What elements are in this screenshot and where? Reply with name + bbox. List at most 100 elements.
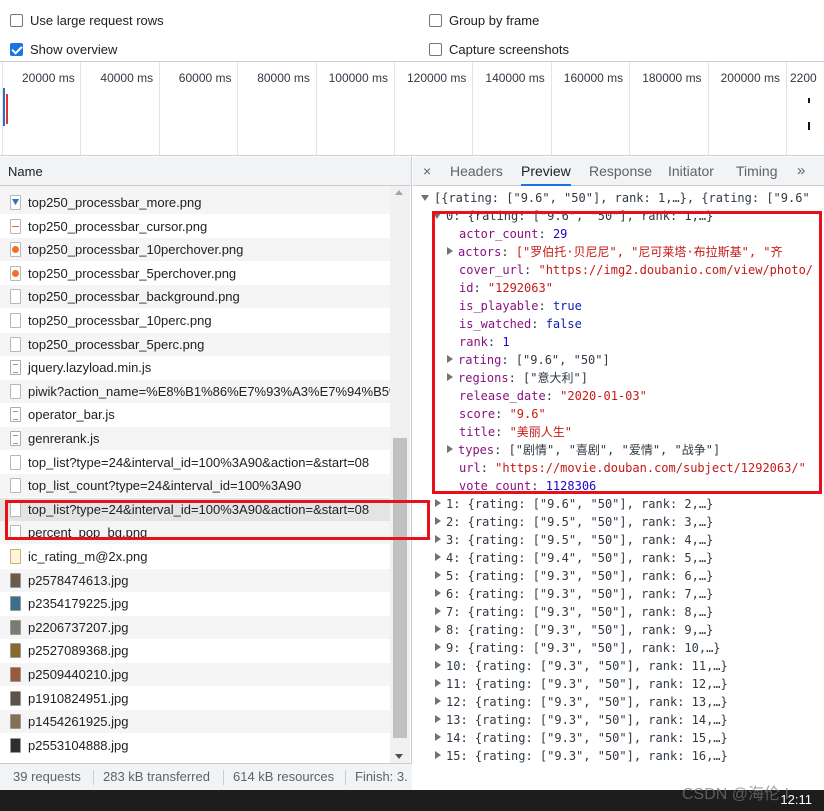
scroll-down-icon[interactable] (395, 754, 403, 759)
request-row[interactable]: jquery.lazyload.min.js (0, 356, 390, 379)
request-row[interactable]: top_list_count?type=24&interval_id=100%3… (0, 474, 390, 498)
collapsed-arrow-icon[interactable] (435, 499, 441, 507)
show-overview-label: Show overview (30, 42, 118, 57)
overview-gridline (394, 62, 395, 155)
group-by-frame-label: Group by frame (449, 13, 540, 28)
request-row[interactable]: p2354179225.jpg (0, 592, 390, 615)
file-icon (10, 478, 21, 494)
request-row[interactable]: ic_rating_m@2x.png (0, 545, 390, 568)
close-icon[interactable]: × (423, 157, 431, 186)
json-item[interactable]: 9: {rating: ["9.3", "50"], rank: 10,…} (435, 639, 721, 657)
collapsed-arrow-icon[interactable] (435, 607, 441, 615)
json-root[interactable]: [{rating: ["9.6", "50"], rank: 1,…}, {ra… (421, 189, 810, 207)
collapsed-arrow-icon[interactable] (435, 697, 441, 705)
request-row[interactable]: p2206737207.jpg (0, 615, 390, 639)
request-row[interactable]: piwik?action_name=%E8%B1%86%E7%93%A3%E7%… (0, 379, 390, 403)
json-item-summary: 4: {rating: ["9.4", "50"], rank: 5,…} (446, 551, 714, 565)
json-item[interactable]: 11: {rating: ["9.3", "50"], rank: 12,…} (435, 675, 728, 693)
group-by-frame-checkbox[interactable] (429, 14, 442, 27)
detail-tabs: × Headers Preview Response Initiator Tim… (413, 157, 824, 186)
tab-preview[interactable]: Preview (521, 157, 571, 186)
overview-gridline (80, 62, 82, 155)
scrollbar-thumb[interactable] (393, 438, 407, 738)
json-root-summary: [{rating: ["9.6", "50"], rank: 1,…}, {ra… (434, 191, 810, 205)
json-item[interactable]: 6: {rating: ["9.3", "50"], rank: 7,…} (435, 585, 713, 603)
tab-initiator[interactable]: Initiator (668, 157, 714, 186)
overview-gridline (550, 62, 552, 155)
request-row[interactable]: genrerank.js (0, 427, 390, 450)
collapsed-arrow-icon[interactable] (435, 643, 441, 651)
capture-screenshots-option[interactable]: Capture screenshots (429, 42, 569, 57)
scroll-up-icon[interactable] (395, 190, 403, 195)
watermark: CSDN @海伦 I (682, 786, 789, 803)
large-rows-checkbox[interactable] (10, 14, 23, 27)
name-column-header[interactable]: Name (0, 157, 411, 186)
request-row[interactable]: p2578474613.jpg (0, 568, 390, 592)
request-row[interactable]: top250_processbar_background.png (0, 285, 390, 309)
collapsed-arrow-icon[interactable] (435, 589, 441, 597)
file-icon (10, 336, 21, 352)
request-row[interactable]: top250_processbar_more.png (0, 191, 390, 214)
request-row[interactable]: top250_processbar_5perchover.png (0, 262, 390, 285)
collapsed-arrow-icon[interactable] (435, 625, 441, 633)
request-name: top_list?type=24&interval_id=100%3A90&ac… (28, 454, 370, 470)
json-item[interactable]: 12: {rating: ["9.3", "50"], rank: 13,…} (435, 693, 728, 711)
overview-tick-label: 200000 ms (720, 71, 780, 85)
request-name: ic_rating_m@2x.png (28, 549, 148, 564)
json-item[interactable]: 5: {rating: ["9.3", "50"], rank: 6,…} (435, 567, 713, 585)
capture-screenshots-checkbox[interactable] (429, 43, 442, 56)
request-list: top250_processbar_more.png top250_process… (0, 186, 390, 763)
json-item[interactable]: 15: {rating: ["9.3", "50"], rank: 16,…} (435, 747, 728, 763)
json-item[interactable]: 8: {rating: ["9.3", "50"], rank: 9,…} (435, 621, 713, 639)
json-item[interactable]: 13: {rating: ["9.3", "50"], rank: 14,…} (435, 711, 728, 729)
request-row[interactable]: operator_bar.js (0, 403, 390, 426)
file-icon (10, 596, 21, 612)
large-rows-option[interactable]: Use large request rows (10, 13, 164, 28)
collapsed-arrow-icon[interactable] (435, 715, 441, 723)
show-overview-option[interactable]: Show overview (10, 42, 117, 57)
large-rows-label: Use large request rows (30, 13, 164, 28)
json-item[interactable]: 7: {rating: ["9.3", "50"], rank: 8,…} (435, 603, 713, 621)
request-row[interactable]: p2509440210.jpg (0, 663, 390, 686)
request-name: p2527089368.jpg (28, 643, 129, 659)
collapsed-arrow-icon[interactable] (435, 571, 441, 579)
json-item-summary: 9: {rating: ["9.3", "50"], rank: 10,…} (446, 641, 721, 655)
request-row[interactable]: top250_processbar_cursor.png (0, 215, 390, 238)
request-row[interactable]: top250_processbar_5perc.png (0, 332, 390, 356)
request-row[interactable]: p2527089368.jpg (0, 639, 390, 662)
more-tabs-icon[interactable]: » (797, 157, 805, 186)
collapsed-arrow-icon[interactable] (435, 733, 441, 741)
request-row[interactable]: p1454261925.jpg (0, 710, 390, 734)
tab-headers[interactable]: Headers (450, 157, 503, 186)
json-item[interactable]: 4: {rating: ["9.4", "50"], rank: 5,…} (435, 549, 713, 567)
tab-response[interactable]: Response (589, 157, 652, 186)
request-row[interactable]: p2553104888.jpg (0, 734, 390, 757)
request-row[interactable]: top250_processbar_10perc.png (0, 309, 390, 332)
request-row[interactable]: top250_processbar_10perchover.png (0, 238, 390, 262)
request-list-scrollbar[interactable] (390, 186, 410, 763)
request-row[interactable]: top_list?type=24&interval_id=100%3A90&ac… (0, 451, 390, 474)
json-item[interactable]: 3: {rating: ["9.5", "50"], rank: 4,…} (435, 531, 713, 549)
json-item-summary: 3: {rating: ["9.5", "50"], rank: 4,…} (446, 533, 714, 547)
collapsed-arrow-icon[interactable] (435, 751, 441, 759)
request-name: p1910824951.jpg (28, 690, 129, 706)
json-item[interactable]: 1: {rating: ["9.6", "50"], rank: 2,…} (435, 495, 713, 513)
json-item[interactable]: 14: {rating: ["9.3", "50"], rank: 15,…} (435, 729, 728, 747)
expanded-arrow-icon[interactable] (421, 195, 429, 201)
timeline-overview[interactable]: 20000 ms 40000 ms 60000 ms 80000 ms 100000 m… (0, 62, 824, 156)
collapsed-arrow-icon[interactable] (435, 535, 441, 543)
annotation-box-request (5, 500, 430, 540)
json-item[interactable]: 2: {rating: ["9.5", "50"], rank: 3,…} (435, 513, 713, 531)
group-by-frame-option[interactable]: Group by frame (429, 13, 539, 28)
network-settings-bar: Use large request rows Group by frame Sh… (0, 0, 824, 62)
request-row[interactable]: p1910824951.jpg (0, 687, 390, 710)
collapsed-arrow-icon[interactable] (435, 679, 441, 687)
json-item[interactable]: 10: {rating: ["9.3", "50"], rank: 11,…} (435, 657, 728, 675)
overview-tick-label: 60000 ms (178, 71, 232, 85)
tab-timing[interactable]: Timing (736, 157, 778, 186)
collapsed-arrow-icon[interactable] (435, 661, 441, 669)
collapsed-arrow-icon[interactable] (435, 517, 441, 525)
collapsed-arrow-icon[interactable] (435, 553, 441, 561)
show-overview-checkbox[interactable] (10, 43, 23, 56)
file-icon (10, 218, 21, 234)
